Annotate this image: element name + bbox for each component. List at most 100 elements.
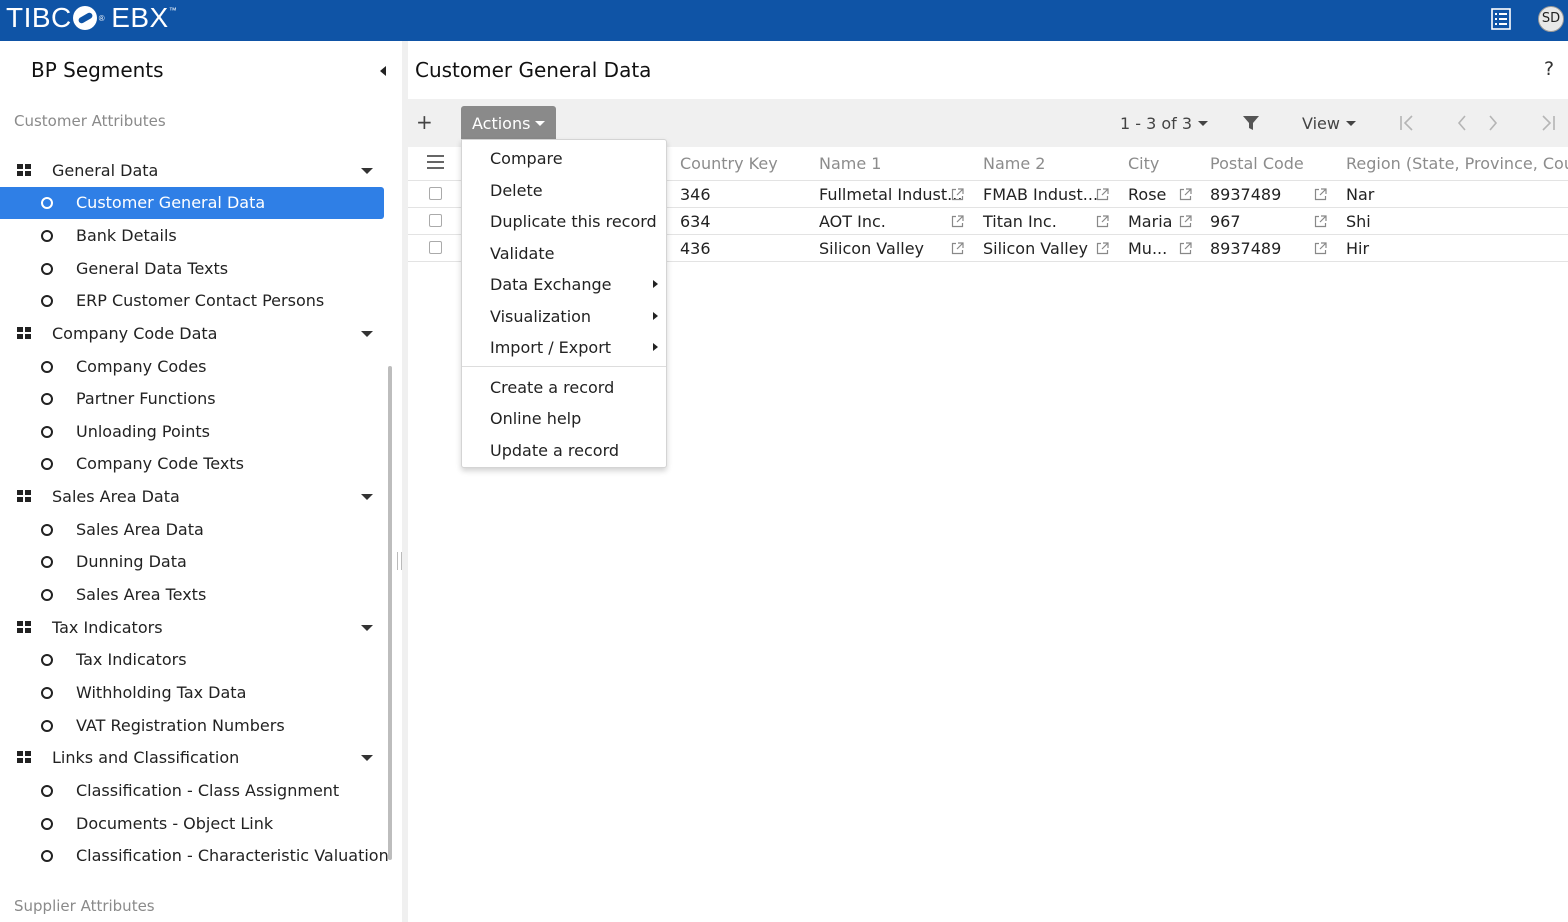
actions-button[interactable]: Actions [461,106,556,139]
tree-item-erp-customer-contact-persons[interactable]: ERP Customer Contact Persons [0,285,384,317]
circle-icon [41,556,53,568]
caret-down-icon [1345,121,1356,126]
cell-name-1: AOT Inc. [819,212,886,231]
tree-item-partner-functions[interactable]: Partner Functions [0,383,384,415]
list-menu-icon[interactable] [1491,8,1511,30]
open-link-icon[interactable] [951,215,964,228]
menu-item-visualization[interactable]: Visualization [490,307,591,326]
column-header-name-1[interactable]: Name 1 [819,154,881,173]
tree-item-label: Customer General Data [76,193,266,212]
tree-item-company-code-texts[interactable]: Company Code Texts [0,448,384,480]
cell-city: Mu... [1128,239,1168,258]
cell-city: Rose [1128,185,1167,204]
open-link-icon[interactable] [1096,215,1109,228]
menu-item-online-help[interactable]: Online help [490,409,581,428]
add-record-button[interactable]: + [416,110,433,134]
row-checkbox[interactable] [429,187,442,200]
tree-item-customer-general-data[interactable]: Customer General Data [0,187,384,219]
open-link-icon[interactable] [1179,242,1192,255]
open-link-icon[interactable] [1314,188,1327,201]
menu-item-duplicate[interactable]: Duplicate this record [490,212,657,231]
menu-item-data-exchange[interactable]: Data Exchange [490,275,611,294]
column-header-name-2[interactable]: Name 2 [983,154,1045,173]
tree-item-company-codes[interactable]: Company Codes [0,351,384,383]
tree-group-sales-area-data[interactable]: Sales Area Data [0,481,384,513]
open-link-icon[interactable] [1179,215,1192,228]
chevron-down-icon[interactable] [361,625,373,631]
column-header-country-key[interactable]: Country Key [680,154,778,173]
tree-item-unloading-points[interactable]: Unloading Points [0,416,384,448]
chevron-down-icon[interactable] [361,168,373,174]
menu-item-create-record[interactable]: Create a record [490,378,614,397]
circle-icon [41,589,53,601]
tree-item-tax-indicators[interactable]: Tax Indicators [0,644,384,676]
open-link-icon[interactable] [1314,215,1327,228]
open-link-icon[interactable] [1314,242,1327,255]
first-page-icon[interactable] [1399,115,1415,131]
tibco-ebx-logo[interactable]: TIBC ® EBX ™ [6,2,177,34]
pagination-dropdown[interactable]: 1 - 3 of 3 [1120,114,1209,133]
user-avatar[interactable]: SD [1538,6,1564,32]
tree-item-bank-details[interactable]: Bank Details [0,220,384,252]
last-page-icon[interactable] [1540,115,1556,131]
menu-item-validate[interactable]: Validate [490,244,554,263]
open-link-icon[interactable] [1096,242,1109,255]
tree-item-sales-area-texts[interactable]: Sales Area Texts [0,579,384,611]
section-customer-attributes: Customer Attributes [14,112,166,130]
sidebar-scrollbar[interactable] [388,366,392,860]
cell-name-1: Fullmetal Indust... [819,185,963,204]
tree-item-label: Tax Indicators [76,650,187,669]
tree-group-general-data[interactable]: General Data [0,155,384,187]
tree-item-withholding-tax-data[interactable]: Withholding Tax Data [0,677,384,709]
open-link-icon[interactable] [1179,188,1192,201]
column-header-city[interactable]: City [1128,154,1159,173]
cell-region: Shi [1346,212,1371,231]
circle-icon [41,785,53,797]
row-checkbox[interactable] [429,241,442,254]
collapse-sidebar-icon[interactable] [380,66,386,76]
open-link-icon[interactable] [951,188,964,201]
chevron-down-icon[interactable] [361,494,373,500]
column-header-postal-code[interactable]: Postal Code [1210,154,1304,173]
tree-item-label: Sales Area Texts [76,585,207,604]
tree-item-label: General Data Texts [76,259,229,278]
tree-item-vat-registration-numbers[interactable]: VAT Registration Numbers [0,710,384,742]
view-dropdown[interactable]: View [1302,114,1356,133]
tree-group-company-code-data[interactable]: Company Code Data [0,318,384,350]
view-label: View [1302,114,1340,133]
help-icon[interactable]: ? [1544,58,1554,80]
menu-item-compare[interactable]: Compare [490,149,563,168]
tree-item-label: Company Codes [76,357,207,376]
chevron-down-icon[interactable] [361,755,373,761]
tree-item-general-data-texts[interactable]: General Data Texts [0,253,384,285]
next-page-icon[interactable] [1487,115,1499,131]
tree-item-characteristic-valuation[interactable]: Classification - Characteristic Valuatio… [0,840,389,872]
open-link-icon[interactable] [1096,188,1109,201]
row-checkbox[interactable] [429,214,442,227]
grid-icon [17,751,32,764]
circle-icon [41,230,53,242]
caret-down-icon [1198,121,1209,126]
column-menu-icon[interactable] [427,155,444,170]
sidebar: BP Segments Customer Attributes General … [0,41,402,922]
menu-item-import-export[interactable]: Import / Export [490,338,611,357]
tree-group-tax-indicators[interactable]: Tax Indicators [0,612,384,644]
logo-registered-mark: ® [98,13,106,23]
splitter-grip-icon[interactable] [397,552,402,570]
tree-item-object-link[interactable]: Documents - Object Link [0,808,384,840]
open-link-icon[interactable] [951,242,964,255]
cell-name-2: Titan Inc. [983,212,1057,231]
section-supplier-attributes: Supplier Attributes [14,897,155,915]
circle-icon [41,654,53,666]
tree-item-class-assignment[interactable]: Classification - Class Assignment [0,775,384,807]
circle-icon [41,263,53,275]
column-header-region[interactable]: Region (State, Province, County) [1346,154,1568,173]
tree-item-dunning-data[interactable]: Dunning Data [0,546,384,578]
filter-icon[interactable] [1243,115,1259,131]
menu-item-delete[interactable]: Delete [490,181,543,200]
tree-item-sales-area-data[interactable]: Sales Area Data [0,514,384,546]
previous-page-icon[interactable] [1456,115,1468,131]
tree-group-links-and-classification[interactable]: Links and Classification [0,742,384,774]
menu-item-update-record[interactable]: Update a record [490,441,619,460]
chevron-down-icon[interactable] [361,331,373,337]
